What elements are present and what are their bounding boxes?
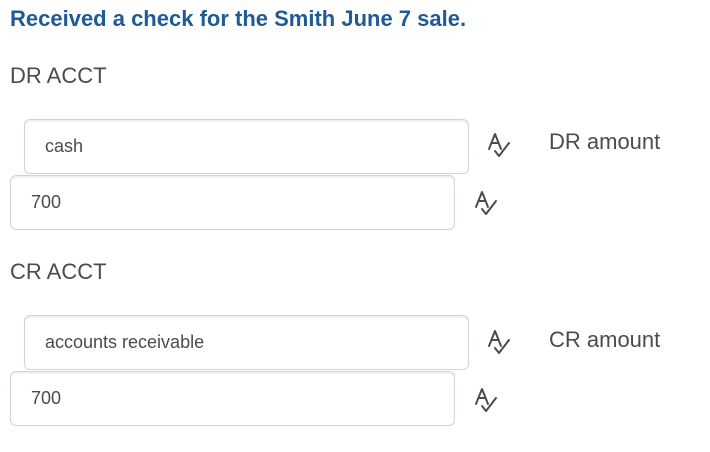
question-page: Received a check for the Smith June 7 sa… <box>0 0 710 452</box>
spellcheck-icon[interactable] <box>472 188 502 218</box>
cr-acct-label: CR ACCT <box>10 259 107 284</box>
spellcheck-icon[interactable] <box>472 385 502 415</box>
dr-account-input[interactable] <box>24 119 469 174</box>
question-title: Received a check for the Smith June 7 sa… <box>10 6 467 31</box>
spellcheck-icon[interactable] <box>485 327 515 357</box>
cr-amount-input[interactable] <box>10 371 455 426</box>
cr-account-input[interactable] <box>24 315 469 370</box>
spellcheck-icon[interactable] <box>485 130 515 160</box>
dr-acct-label: DR ACCT <box>10 63 107 88</box>
dr-amount-label: DR amount <box>549 129 661 154</box>
cr-amount-label: CR amount <box>549 327 661 352</box>
dr-amount-input[interactable] <box>10 175 455 230</box>
